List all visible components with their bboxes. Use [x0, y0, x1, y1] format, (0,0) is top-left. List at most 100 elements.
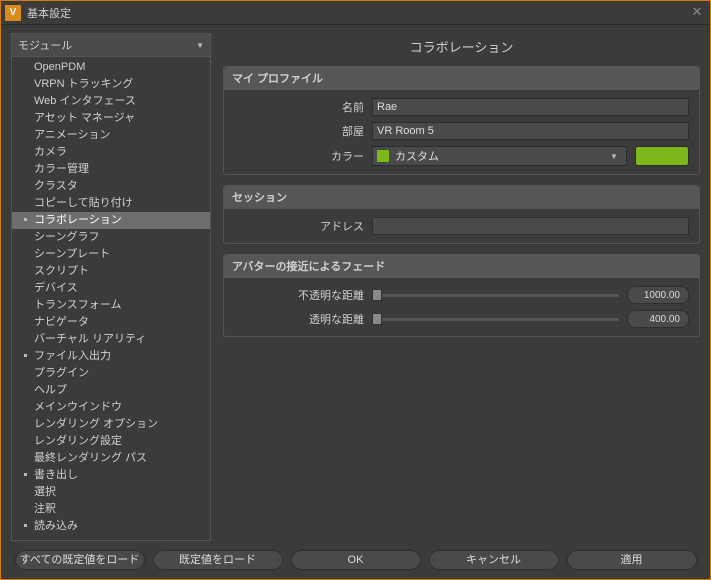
name-label: 名前: [234, 99, 364, 115]
room-input[interactable]: [372, 122, 689, 140]
group-profile: マイ プロファイル 名前 部屋 カラー カスタム: [223, 66, 700, 175]
color-combo-label: カスタム: [395, 148, 600, 164]
sidebar-item[interactable]: 選択: [12, 484, 210, 501]
sidebar-item[interactable]: 書き出し: [12, 467, 210, 484]
address-label: アドレス: [234, 218, 364, 234]
sidebar-item[interactable]: ファイル入出力: [12, 348, 210, 365]
sidebar-item-label: ファイル入出力: [34, 350, 111, 362]
name-input[interactable]: [372, 98, 689, 116]
ok-button[interactable]: OK: [291, 550, 421, 570]
opaque-value[interactable]: [627, 286, 689, 304]
sidebar-item[interactable]: 読み込み: [12, 518, 210, 535]
sidebar-item-label: アセット マネージャ: [34, 112, 135, 124]
color-combo[interactable]: カスタム ▼: [372, 146, 627, 166]
sidebar-item[interactable]: バーチャル リアリティ: [12, 331, 210, 348]
sidebar-item[interactable]: メインウインドウ: [12, 399, 210, 416]
address-input[interactable]: [372, 217, 689, 235]
opaque-label: 不透明な距離: [234, 287, 364, 303]
group-profile-heading: マイ プロファイル: [224, 67, 699, 90]
sidebar-item-label: トランスフォーム: [34, 299, 121, 311]
sidebar-item[interactable]: トランスフォーム: [12, 297, 210, 314]
preferences-window: V 基本設定 ✕ モジュール ▼ OpenPDM VRPN トラッキング Web イ…: [0, 0, 711, 580]
sidebar-item[interactable]: Web インタフェース: [12, 93, 210, 110]
slider-thumb[interactable]: [372, 289, 382, 301]
sidebar-item-label: カラー管理: [34, 163, 89, 175]
cancel-button[interactable]: キャンセル: [429, 550, 559, 570]
sidebar-item-label: ヘルプ: [34, 384, 67, 396]
page-title: コラボレーション: [223, 33, 700, 66]
sidebar-item[interactable]: ヘルプ: [12, 382, 210, 399]
sidebar-item[interactable]: OpenPDM: [12, 59, 210, 76]
transparent-label: 透明な距離: [234, 311, 364, 327]
sidebar-item[interactable]: シーンプレート: [12, 246, 210, 263]
app-icon: V: [5, 5, 21, 21]
color-swatch[interactable]: [635, 146, 689, 166]
sidebar-item-label: ナビゲータ: [34, 316, 89, 328]
sidebar-item[interactable]: デバイス: [12, 280, 210, 297]
sidebar-item-label: 注釈: [34, 503, 56, 515]
titlebar: V 基本設定 ✕: [1, 1, 710, 25]
tree-dot-icon: [24, 524, 27, 527]
chevron-down-icon: ▼: [196, 41, 204, 50]
sidebar-item[interactable]: スクリプト: [12, 263, 210, 280]
sidebar-item-label: クラスタ: [34, 180, 78, 192]
sidebar-item-label: シーングラフ: [34, 231, 99, 243]
color-swatch-small: [377, 150, 389, 162]
sidebar-header-label: モジュール: [18, 37, 72, 53]
sidebar-item-label: OpenPDM: [34, 61, 85, 73]
sidebar-item[interactable]: ナビゲータ: [12, 314, 210, 331]
color-label: カラー: [234, 148, 364, 164]
group-fade-heading: アバターの接近によるフェード: [224, 255, 699, 278]
sidebar-item-label: シーンプレート: [34, 248, 110, 260]
sidebar-item[interactable]: コラボレーション: [12, 212, 210, 229]
sidebar-item[interactable]: プラグイン: [12, 365, 210, 382]
sidebar-item-label: デバイス: [34, 282, 78, 294]
tree-dot-icon: [24, 473, 27, 476]
sidebar-item-label: 最終レンダリング パス: [34, 452, 147, 464]
tree-dot-icon: [24, 218, 27, 221]
sidebar-item-label: レンダリング設定: [34, 435, 122, 447]
sidebar-item[interactable]: アニメーション: [12, 127, 210, 144]
window-title: 基本設定: [27, 5, 688, 21]
transparent-value[interactable]: [627, 310, 689, 328]
chevron-down-icon: ▼: [606, 152, 622, 161]
sidebar-item-label: 書き出し: [34, 469, 78, 481]
load-all-defaults-button[interactable]: すべての既定値をロード: [15, 550, 145, 570]
sidebar-header[interactable]: モジュール ▼: [11, 33, 211, 57]
sidebar-item-label: 読み込み: [34, 520, 78, 532]
sidebar-item[interactable]: コピーして貼り付け: [12, 195, 210, 212]
sidebar-item-label: レンダリング オプション: [34, 418, 158, 430]
close-icon[interactable]: ✕: [688, 4, 706, 22]
sidebar: モジュール ▼ OpenPDM VRPN トラッキング Web インタフェースアセッ…: [11, 33, 211, 541]
sidebar-item-label: バーチャル リアリティ: [34, 333, 146, 345]
load-defaults-button[interactable]: 既定値をロード: [153, 550, 283, 570]
sidebar-item[interactable]: 注釈: [12, 501, 210, 518]
sidebar-item-label: コラボレーション: [34, 214, 122, 226]
group-session: セッション アドレス: [223, 185, 700, 244]
sidebar-item[interactable]: カメラ: [12, 144, 210, 161]
sidebar-item[interactable]: VRPN トラッキング: [12, 76, 210, 93]
group-session-heading: セッション: [224, 186, 699, 209]
slider-thumb[interactable]: [372, 313, 382, 325]
sidebar-item[interactable]: アセット マネージャ: [12, 110, 210, 127]
sidebar-item-label: プラグイン: [34, 367, 89, 379]
room-label: 部屋: [234, 123, 364, 139]
sidebar-item[interactable]: レンダリング オプション: [12, 416, 210, 433]
apply-button[interactable]: 適用: [567, 550, 697, 570]
sidebar-item-label: スクリプト: [34, 265, 89, 277]
sidebar-item[interactable]: シーングラフ: [12, 229, 210, 246]
sidebar-item-label: VRPN トラッキング: [34, 78, 133, 90]
sidebar-item-label: アニメーション: [34, 129, 111, 141]
sidebar-item[interactable]: クラスタ: [12, 178, 210, 195]
opaque-slider[interactable]: [372, 286, 619, 304]
sidebar-tree[interactable]: OpenPDM VRPN トラッキング Web インタフェースアセット マネージャア…: [11, 57, 211, 541]
footer: すべての既定値をロード 既定値をロード OK キャンセル 適用: [1, 541, 710, 579]
sidebar-item[interactable]: レンダリング設定: [12, 433, 210, 450]
sidebar-item[interactable]: 最終レンダリング パス: [12, 450, 210, 467]
sidebar-item-label: メインウインドウ: [34, 401, 122, 413]
tree-dot-icon: [24, 354, 27, 357]
sidebar-item[interactable]: カラー管理: [12, 161, 210, 178]
transparent-slider[interactable]: [372, 310, 619, 328]
body: モジュール ▼ OpenPDM VRPN トラッキング Web インタフェースアセッ…: [1, 25, 710, 541]
sidebar-item-label: Web インタフェース: [34, 95, 136, 107]
